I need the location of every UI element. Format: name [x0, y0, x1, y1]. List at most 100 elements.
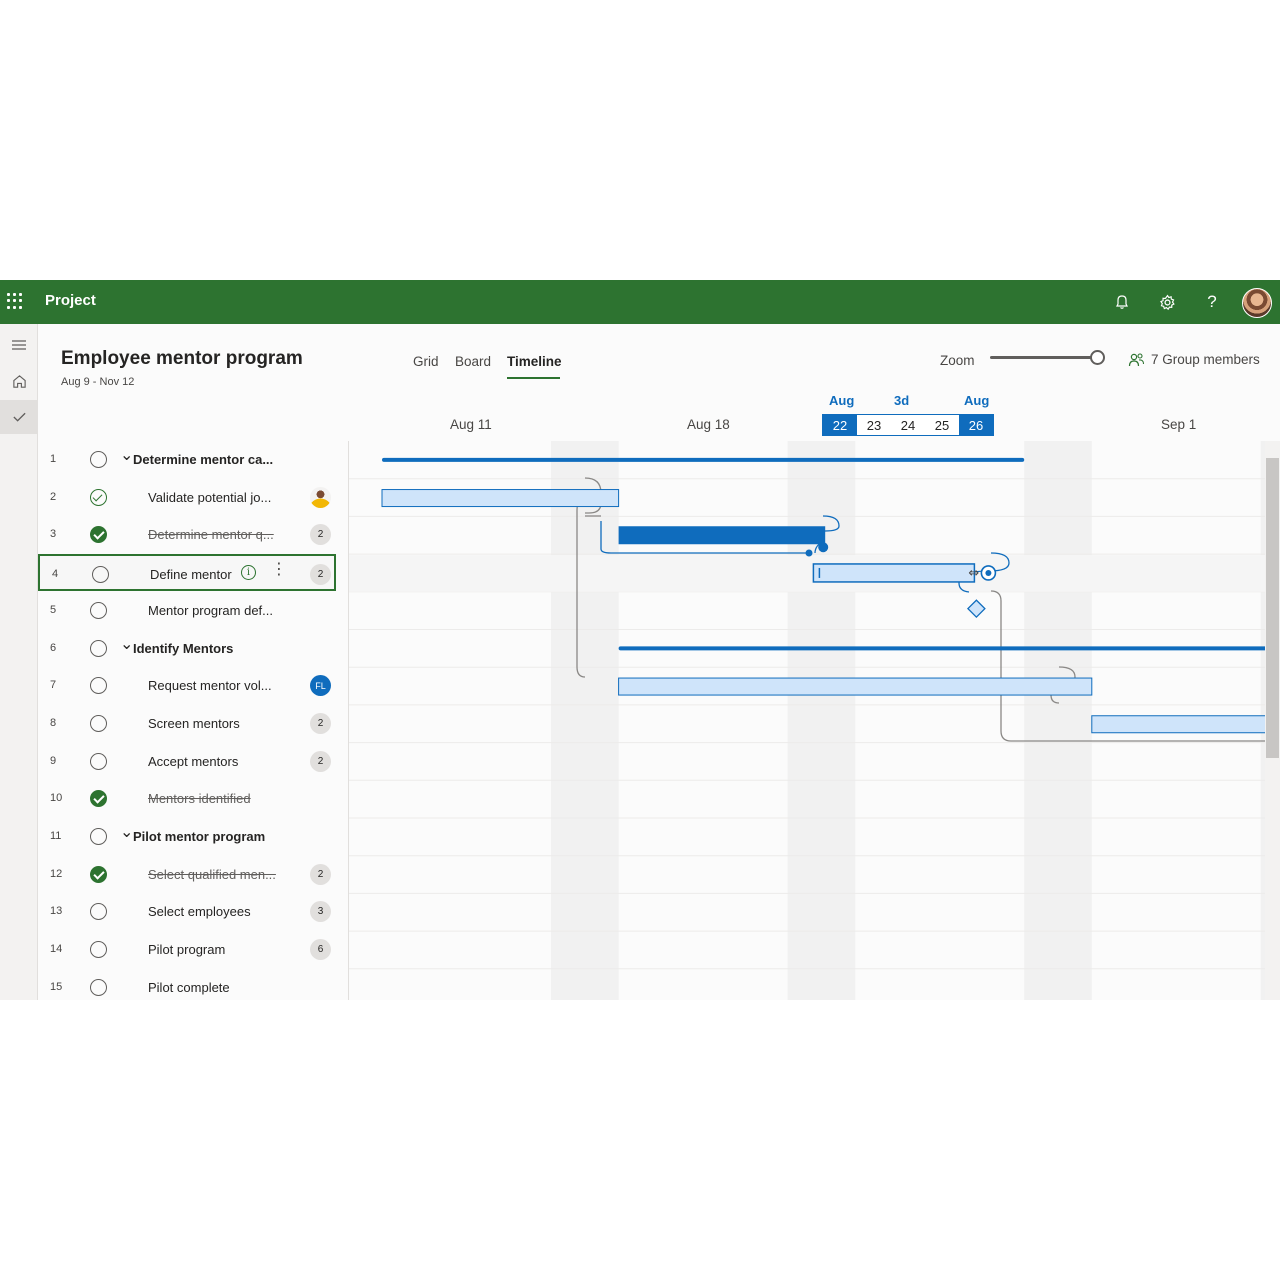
task-complete-checkbox[interactable]: [90, 865, 107, 883]
task-number: 2: [50, 490, 57, 503]
task-complete-checkbox[interactable]: [90, 451, 107, 468]
task-row[interactable]: 13 Select employees 3: [38, 893, 349, 930]
app-launcher-icon[interactable]: [7, 293, 23, 309]
task-bar[interactable]: [618, 677, 1093, 696]
chevron-down-icon[interactable]: ⌄: [120, 445, 133, 465]
selected-day-range: 22 23 24 25 26: [822, 414, 994, 436]
task-row[interactable]: 12 Select qualified men... 2: [38, 856, 349, 893]
task-row[interactable]: 10 Mentors identified: [38, 780, 349, 817]
task-bar[interactable]: [381, 489, 620, 508]
task-name[interactable]: Determine mentor q...: [148, 527, 274, 542]
task-number: 6: [50, 641, 57, 654]
my-tasks-check-icon[interactable]: [0, 400, 38, 434]
task-name[interactable]: Select qualified men...: [148, 867, 276, 882]
bar-handle[interactable]: [818, 542, 829, 553]
group-members-button[interactable]: 7 Group members: [1128, 352, 1260, 367]
task-row[interactable]: 15 Pilot complete: [38, 969, 349, 1000]
task-name[interactable]: Define mentor: [150, 567, 232, 582]
task-name[interactable]: Pilot complete: [148, 980, 230, 995]
task-complete-checkbox[interactable]: [92, 566, 109, 584]
task-complete-checkbox[interactable]: [90, 639, 107, 657]
task-name[interactable]: Accept mentors: [148, 754, 238, 769]
task-name[interactable]: Pilot mentor program: [133, 829, 265, 844]
assignee-count-badge[interactable]: 2: [310, 524, 331, 546]
task-row[interactable]: 6 ⌄ Identify Mentors: [38, 630, 349, 667]
task-row[interactable]: 4 Define mentor i ⋮ 2: [38, 554, 336, 592]
task-number: 3: [50, 528, 57, 541]
user-avatar[interactable]: [1242, 288, 1272, 318]
hamburger-menu-icon[interactable]: [0, 328, 38, 362]
project-app: Project ? Employee mentor program Aug 9 …: [0, 280, 1280, 1000]
task-complete-checkbox[interactable]: [90, 903, 107, 921]
task-complete-checkbox[interactable]: [90, 714, 107, 732]
assignee-count-badge[interactable]: 2: [310, 712, 331, 734]
group-members-label: 7 Group members: [1151, 352, 1260, 367]
chevron-down-icon[interactable]: ⌄: [120, 822, 133, 842]
task-name[interactable]: Pilot program: [148, 942, 225, 957]
assignee-count-badge[interactable]: 2: [310, 750, 331, 772]
assignee-count-badge[interactable]: 2: [310, 564, 331, 586]
help-icon[interactable]: ?: [1200, 290, 1224, 314]
task-row[interactable]: 8 Screen mentors 2: [38, 705, 349, 742]
task-number: 4: [52, 568, 59, 581]
task-name[interactable]: Screen mentors: [148, 716, 240, 731]
task-complete-checkbox[interactable]: [90, 828, 107, 845]
task-row[interactable]: 5 Mentor program def...: [38, 592, 349, 629]
task-row[interactable]: 9 Accept mentors 2: [38, 743, 349, 780]
task-row[interactable]: 3 Determine mentor q... 2: [38, 516, 349, 553]
chevron-down-icon[interactable]: ⌄: [120, 634, 133, 654]
app-title[interactable]: Project: [45, 292, 96, 309]
task-row[interactable]: 2 Validate potential jo...: [38, 479, 349, 516]
assignee-avatar[interactable]: FL: [310, 675, 331, 697]
tab-board[interactable]: Board: [455, 354, 491, 369]
summary-bar[interactable]: [618, 646, 1280, 651]
dependency-anchor[interactable]: [805, 549, 813, 557]
scrollbar-thumb[interactable]: [1266, 458, 1279, 758]
task-number: 12: [50, 867, 63, 880]
task-complete-checkbox[interactable]: [90, 601, 107, 619]
assignee-count-badge[interactable]: 2: [310, 863, 331, 885]
task-name[interactable]: Validate potential jo...: [148, 490, 271, 505]
info-icon[interactable]: i: [241, 565, 256, 581]
task-row[interactable]: 14 Pilot program 6: [38, 931, 349, 968]
assignee-count-badge[interactable]: 3: [310, 901, 331, 923]
task-complete-checkbox[interactable]: [90, 941, 107, 959]
task-complete-checkbox[interactable]: [90, 488, 107, 506]
assignee-avatar[interactable]: [310, 486, 331, 508]
project-title[interactable]: Employee mentor program: [61, 348, 303, 370]
zoom-slider-thumb[interactable]: [1090, 350, 1105, 365]
task-complete-checkbox[interactable]: [90, 790, 107, 808]
home-icon[interactable]: [0, 364, 38, 398]
zoom-slider-track[interactable]: [990, 356, 1094, 359]
task-bar[interactable]: [812, 563, 976, 583]
task-name[interactable]: Mentors identified: [148, 791, 251, 806]
task-number: 1: [50, 453, 57, 465]
task-list: 1 ⌄ Determine mentor ca... 2 Validate potent…: [38, 441, 349, 1000]
people-icon: [1128, 353, 1145, 367]
tab-grid[interactable]: Grid: [413, 354, 439, 369]
task-row[interactable]: 1 ⌄ Determine mentor ca...: [38, 441, 349, 478]
assignee-count-badge[interactable]: 6: [310, 939, 331, 961]
bell-icon[interactable]: [1110, 290, 1134, 314]
task-name[interactable]: Request mentor vol...: [148, 678, 272, 693]
task-complete-checkbox[interactable]: [90, 526, 107, 544]
milestone-diamond[interactable]: [966, 599, 986, 619]
summary-bar[interactable]: [382, 457, 1025, 462]
day-cell: 24: [891, 415, 925, 435]
tab-timeline[interactable]: Timeline: [507, 354, 562, 369]
task-bar[interactable]: [618, 526, 826, 545]
date-label: Aug 18: [687, 417, 730, 432]
task-name[interactable]: Determine mentor ca...: [133, 452, 273, 467]
more-options-icon[interactable]: ⋮: [271, 562, 287, 578]
task-complete-checkbox[interactable]: [90, 677, 107, 695]
task-name[interactable]: Select employees: [148, 904, 251, 919]
task-complete-checkbox[interactable]: [90, 978, 107, 996]
task-number: 9: [50, 754, 57, 767]
task-row[interactable]: 11 ⌄ Pilot mentor program: [38, 818, 349, 855]
gear-icon[interactable]: [1155, 290, 1179, 314]
task-bar[interactable]: [1091, 715, 1280, 734]
task-complete-checkbox[interactable]: [90, 752, 107, 770]
task-row[interactable]: 7 Request mentor vol... FL: [38, 667, 349, 704]
task-name[interactable]: Mentor program def...: [148, 603, 273, 618]
task-name[interactable]: Identify Mentors: [133, 641, 233, 656]
